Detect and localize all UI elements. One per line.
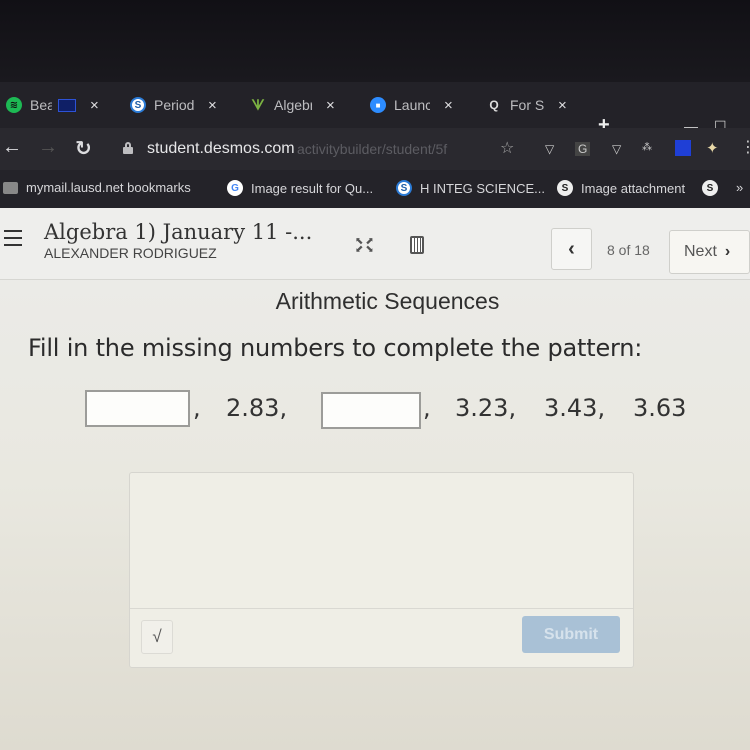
tab-title: Launc	[394, 97, 430, 113]
schoology-icon: S	[396, 180, 412, 196]
link-icon: S	[557, 180, 573, 196]
browser-toolbar: ← → ↻ student.desmos.com activitybuilder…	[0, 128, 750, 170]
tab-title: Period	[154, 97, 194, 113]
tab-period[interactable]: S Period ×	[130, 94, 217, 116]
blank-input-1[interactable]	[85, 390, 190, 427]
tab-zoom-launch[interactable]: ■ Launc ×	[370, 94, 453, 116]
sequence-term-6: 3.63	[633, 394, 687, 422]
close-icon[interactable]: ×	[208, 97, 217, 114]
bookmark-mymail[interactable]: mymail.lausd.net bookmarks	[3, 180, 191, 195]
math-response-input[interactable]	[130, 473, 633, 609]
lock-icon	[123, 142, 133, 154]
bookmark-label: mymail.lausd.net bookmarks	[26, 180, 191, 195]
activity-title: Algebra 1) January 11 -...	[44, 220, 313, 244]
submit-button[interactable]: Submit	[522, 616, 620, 653]
extension-icon[interactable]: ⁂	[642, 142, 652, 153]
calculator-icon[interactable]	[410, 236, 424, 254]
link-icon: S	[702, 180, 718, 196]
desmos-activity-icon: ᗐ	[251, 96, 265, 113]
sequence-term-4: 3.23,	[455, 394, 517, 422]
activity-header: Algebra 1) January 11 -... ALEXANDER ROD…	[0, 208, 750, 280]
close-icon[interactable]: ×	[444, 97, 453, 114]
tab-title: For St	[510, 97, 544, 113]
screen-title: Arithmetic Sequences	[275, 288, 500, 314]
reload-button[interactable]: ↻	[75, 136, 92, 161]
sequence-term-2: 2.83,	[226, 394, 288, 422]
google-icon: G	[227, 180, 243, 196]
search-icon: Q	[489, 98, 499, 112]
schoology-icon: S	[130, 97, 146, 113]
spotify-icon: ≋	[6, 97, 22, 113]
math-response-box: √ Submit	[129, 472, 634, 668]
question-prompt: Fill in the missing numbers to complete …	[28, 334, 643, 362]
tab-spotify[interactable]: ≋ Bea ×	[6, 94, 99, 116]
tab-algebra[interactable]: ᗐ Algebr ×	[250, 94, 335, 116]
previous-screen-button[interactable]: ‹	[551, 228, 592, 270]
screen-counter: 8 of 18	[607, 242, 650, 258]
bookmark-image-attachment[interactable]: S Image attachment	[557, 180, 685, 196]
bookmark-label: Image attachment	[581, 180, 686, 196]
bookmark-label: H INTEG SCIENCE...	[420, 180, 545, 196]
screen-share-icon	[58, 98, 76, 112]
zoom-icon: ■	[370, 97, 386, 113]
close-icon[interactable]: ×	[558, 97, 567, 114]
next-screen-button[interactable]: Next ›	[669, 230, 750, 274]
url-path[interactable]: activitybuilder/student/5f	[297, 141, 447, 157]
sequence-term-5: 3.43,	[544, 394, 606, 422]
browser-menu-icon[interactable]: ⋮	[740, 137, 750, 157]
monitor-bezel	[0, 0, 750, 82]
math-keyboard-button[interactable]: √	[141, 620, 173, 654]
shield-extension-icon-2[interactable]: ▽	[612, 142, 621, 156]
folder-icon	[3, 181, 18, 194]
extensions-puzzle-icon[interactable]: ✦	[706, 139, 719, 157]
tab-for-students[interactable]: Q For St ×	[486, 94, 567, 116]
bookmark-extra[interactable]: S	[702, 180, 726, 196]
tab-title: Bea	[30, 97, 52, 113]
blank-input-2[interactable]	[321, 392, 421, 429]
comma: ,	[423, 394, 431, 422]
menu-icon[interactable]	[4, 230, 22, 246]
close-icon[interactable]: ×	[326, 97, 335, 114]
close-icon[interactable]: ×	[90, 97, 99, 114]
bookmark-label: Image result for Qu...	[251, 180, 374, 196]
student-name: ALEXANDER RODRIGUEZ	[44, 245, 217, 261]
grammarly-extension-icon[interactable]: G	[575, 142, 591, 156]
shield-extension-icon[interactable]: ▽	[545, 142, 554, 156]
comma: ,	[193, 394, 201, 422]
bookmark-image-result[interactable]: G Image result for Qu...	[227, 180, 373, 196]
extension-blue-icon[interactable]	[675, 140, 691, 156]
tab-title: Algebr	[274, 97, 312, 113]
bookmark-h-integ-science[interactable]: S H INTEG SCIENCE...	[396, 180, 545, 196]
bookmarks-bar: mymail.lausd.net bookmarks G Image resul…	[0, 170, 750, 208]
desmos-activity-page: Algebra 1) January 11 -... ALEXANDER ROD…	[0, 208, 750, 750]
sequence-row: , 2.83, , 3.23, 3.43, 3.63	[85, 388, 725, 429]
back-button[interactable]: ←	[2, 136, 22, 159]
chevron-right-icon: ›	[724, 243, 731, 260]
browser-tab-strip: ≋ Bea × S Period × ᗐ Algebr × ■ Launc × …	[0, 82, 750, 128]
forward-button[interactable]: →	[38, 136, 58, 159]
fullscreen-icon[interactable]: ⬉⬈ ⬋⬊	[355, 237, 376, 255]
bookmark-star-icon[interactable]: ☆	[500, 138, 514, 158]
url-host[interactable]: student.desmos.com	[147, 140, 295, 158]
more-bookmarks-button[interactable]: »	[736, 180, 743, 195]
next-label: Next	[684, 243, 717, 260]
